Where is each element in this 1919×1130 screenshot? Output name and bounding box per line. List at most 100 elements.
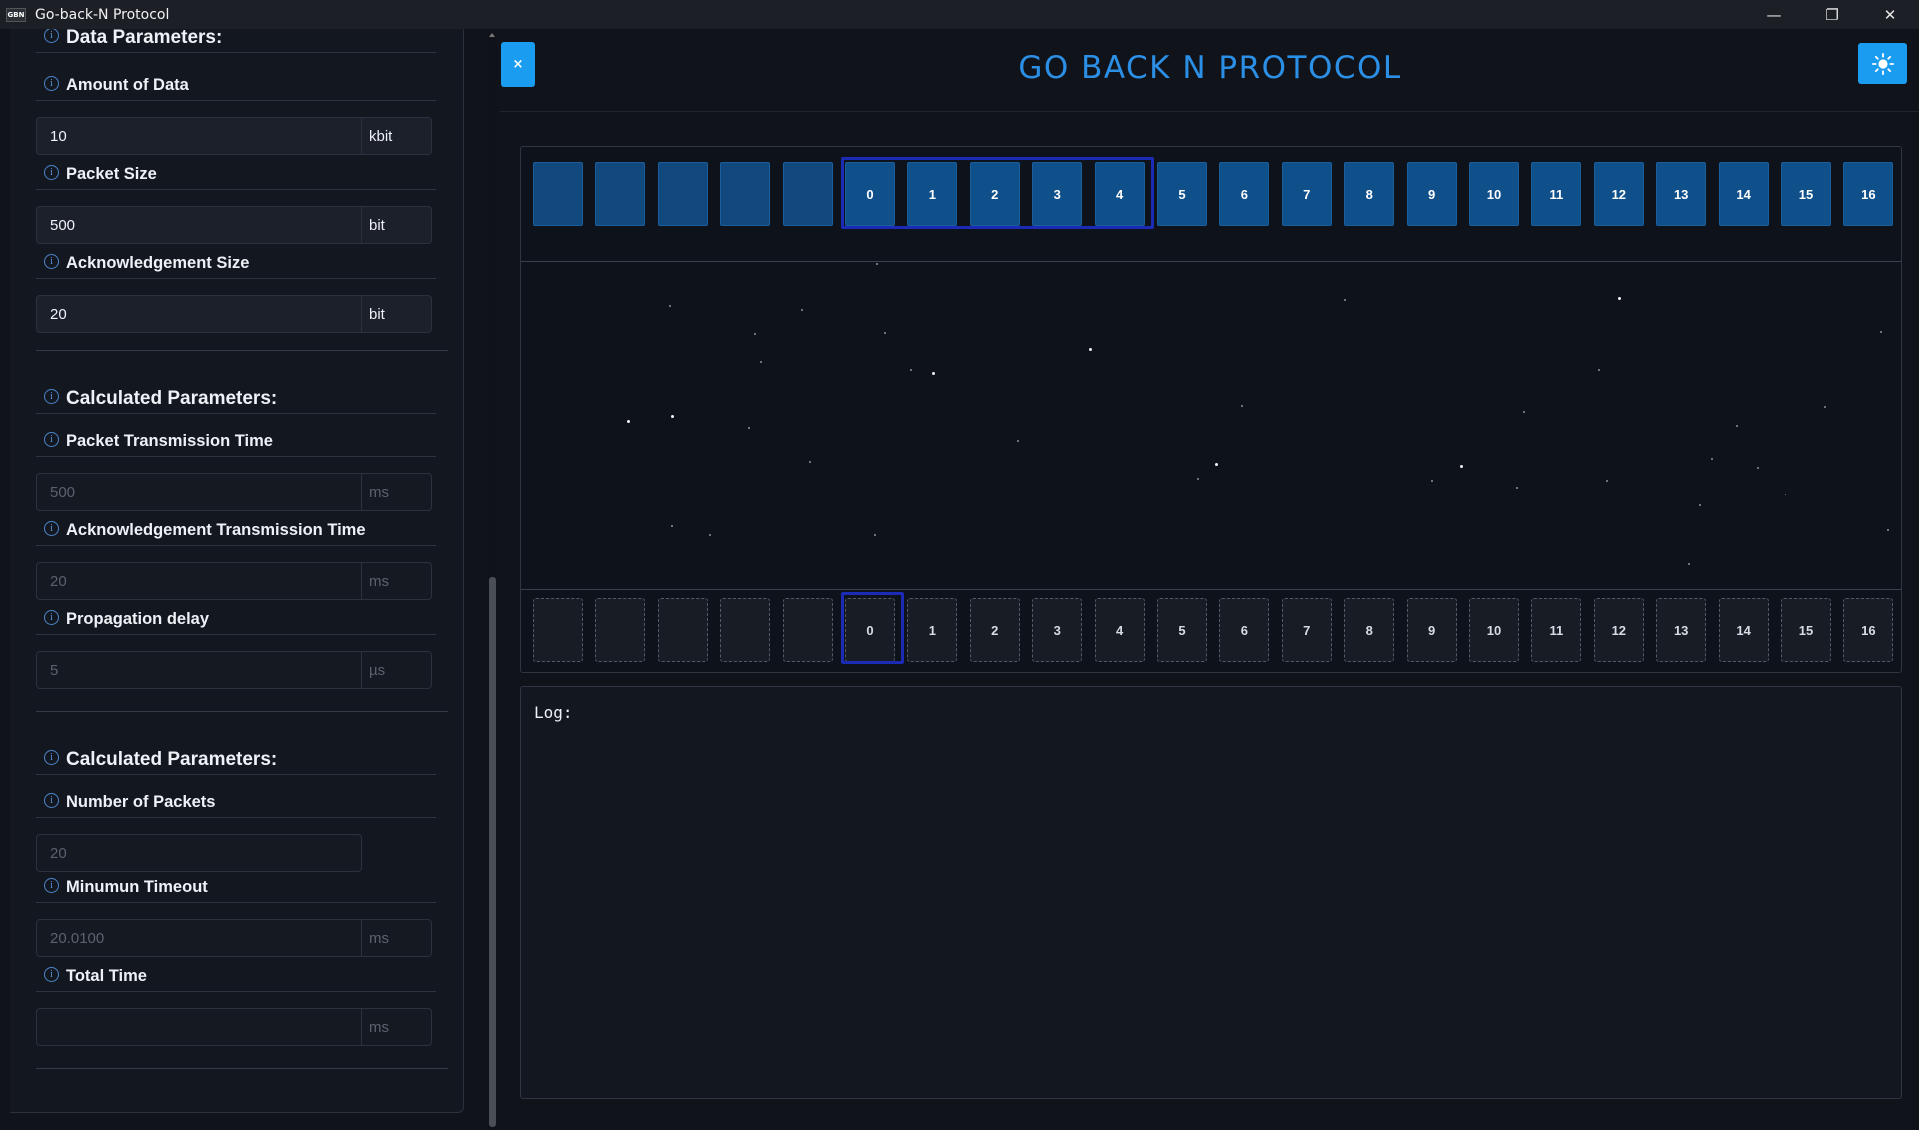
- receiver-slot: 7: [1281, 598, 1332, 662]
- receiver-slot: [595, 598, 646, 662]
- info-icon[interactable]: i: [44, 878, 59, 893]
- page-title: GO BACK N PROTOCOL: [1018, 50, 1402, 86]
- packet-size-input[interactable]: 500: [36, 206, 362, 244]
- att-unit: ms: [362, 562, 432, 600]
- receiver-slot: 6: [1219, 598, 1270, 662]
- window-titlebar: GBN Go-back-N Protocol — ❐ ✕: [0, 0, 1919, 29]
- star-dot: [1618, 297, 1621, 300]
- num-packets-input-group: 20: [36, 834, 362, 872]
- receiver-slot: 8: [1344, 598, 1395, 662]
- packet-transmission-time-label: Packet Transmission Time: [66, 432, 273, 450]
- simulation-area: 0 1 2 3 4 5 6 7 8 9 10 11 12 13 14 15 16 0 1 2 3 4 5 6 7 8 9 10 11 1…: [520, 146, 1902, 673]
- receiver-slot: 13: [1656, 598, 1707, 662]
- star-dot: [1089, 348, 1092, 351]
- star-dot: [884, 332, 886, 334]
- minimize-button[interactable]: —: [1745, 0, 1803, 29]
- sidebar-scrollbar[interactable]: [487, 29, 498, 1130]
- info-icon[interactable]: i: [44, 389, 59, 404]
- sender-packet: 9: [1406, 162, 1457, 226]
- sender-packet: [533, 162, 583, 226]
- sender-packet: 10: [1469, 162, 1519, 226]
- section-heading: Data Parameters:: [66, 29, 223, 48]
- info-icon[interactable]: i: [44, 165, 59, 180]
- info-icon[interactable]: i: [44, 29, 59, 43]
- window-close-button[interactable]: ✕: [1861, 0, 1919, 29]
- prop-unit: µs: [362, 651, 432, 689]
- sender-packet: 14: [1718, 162, 1769, 226]
- sender-packet: [782, 162, 833, 226]
- receiver-slot: 14: [1718, 598, 1769, 662]
- star-dot: [1711, 458, 1713, 460]
- att-input-group: 20 ms: [36, 562, 432, 600]
- section-heading: Calculated Parameters:: [66, 387, 278, 409]
- timeout-unit: ms: [362, 919, 432, 957]
- star-dot: [1241, 405, 1243, 407]
- restore-button[interactable]: ❐: [1803, 0, 1861, 29]
- info-icon[interactable]: i: [44, 76, 59, 91]
- minimum-timeout-label: Minumun Timeout: [66, 878, 208, 896]
- sender-packet: 8: [1344, 162, 1395, 226]
- section-divider: [36, 1068, 448, 1069]
- star-dot: [1344, 299, 1346, 301]
- sender-divider: [521, 261, 1901, 262]
- ack-size-label: Acknowledgement Size: [66, 254, 250, 272]
- packet-size-label: Packet Size: [66, 165, 157, 183]
- receiver-slot: 12: [1593, 598, 1644, 662]
- number-of-packets-input: 20: [36, 834, 362, 872]
- info-icon[interactable]: i: [44, 793, 59, 808]
- sender-packet: 11: [1531, 162, 1582, 226]
- propagation-delay-input: 5: [36, 651, 362, 689]
- receiver-slot: 9: [1406, 598, 1457, 662]
- close-sidebar-button[interactable]: ×: [501, 42, 535, 87]
- sender-packet: [657, 162, 708, 226]
- log-panel: Log:: [520, 686, 1902, 1099]
- star-dot: [1431, 480, 1433, 482]
- receiver-slot: 4: [1094, 598, 1145, 662]
- info-icon[interactable]: i: [44, 750, 59, 765]
- ptt-unit: ms: [362, 473, 432, 511]
- info-icon[interactable]: i: [44, 254, 59, 269]
- amount-of-data-input[interactable]: 10: [36, 117, 362, 155]
- window-title: Go-back-N Protocol: [35, 6, 170, 23]
- info-icon[interactable]: i: [44, 967, 59, 982]
- star-dot: [1688, 563, 1690, 565]
- sender-packet: [595, 162, 646, 226]
- star-dot: [1757, 467, 1759, 469]
- star-dot: [910, 369, 912, 371]
- scroll-up-arrow-icon[interactable]: [489, 33, 495, 37]
- star-dot: [671, 415, 674, 418]
- receiver-slot: [782, 598, 833, 662]
- ack-size-input-group: 20 bit: [36, 295, 432, 333]
- info-icon[interactable]: i: [44, 610, 59, 625]
- section-divider: [36, 350, 448, 351]
- total-time-unit: ms: [362, 1008, 432, 1046]
- star-dot: [669, 305, 671, 307]
- star-dot: [760, 361, 762, 363]
- receiver-slot: 11: [1531, 598, 1582, 662]
- theme-toggle-button[interactable]: [1858, 43, 1907, 84]
- log-label: Log:: [534, 703, 573, 722]
- info-icon[interactable]: i: [44, 521, 59, 536]
- ack-size-input[interactable]: 20: [36, 295, 362, 333]
- window-controls: — ❐ ✕: [1745, 0, 1919, 29]
- amount-of-data-label-row: i Amount of Data: [36, 71, 436, 101]
- receiver-slot: [657, 598, 708, 662]
- star-dot: [1824, 406, 1826, 408]
- number-of-packets-label: Number of Packets: [66, 793, 216, 811]
- total-time-label-row: i Total Time: [36, 962, 436, 992]
- packet-size-unit: bit: [362, 206, 432, 244]
- info-icon[interactable]: i: [44, 432, 59, 447]
- star-dot: [801, 309, 803, 311]
- sender-packet: [720, 162, 771, 226]
- star-dot: [1887, 529, 1889, 531]
- sender-packet-row: 0 1 2 3 4 5 6 7 8 9 10 11 12 13 14 15 16: [521, 162, 1901, 226]
- receiver-sliding-window: [841, 592, 904, 664]
- timeout-label-row: i Minumun Timeout: [36, 873, 436, 903]
- data-parameters-heading-row: i Data Parameters:: [36, 29, 436, 53]
- scroll-thumb[interactable]: [489, 577, 496, 1127]
- star-dot: [874, 534, 876, 536]
- star-dot: [1523, 411, 1525, 413]
- total-time-input: [36, 1008, 362, 1046]
- prop-label-row: i Propagation delay: [36, 605, 436, 635]
- receiver-slot: 1: [907, 598, 958, 662]
